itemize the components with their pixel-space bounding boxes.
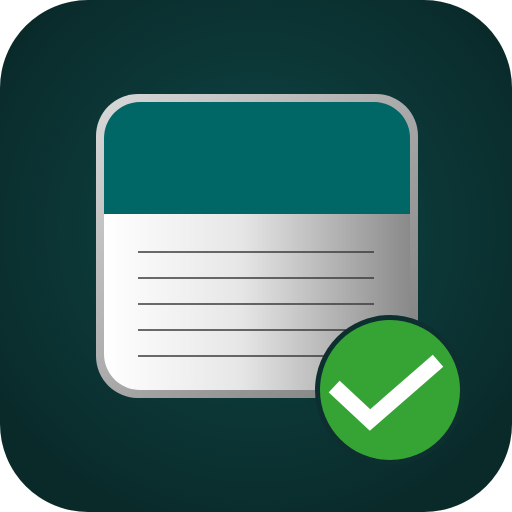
app-icon bbox=[0, 0, 512, 512]
note-card-header bbox=[104, 102, 410, 214]
app-icon-graphic bbox=[0, 0, 512, 512]
check-badge bbox=[315, 315, 465, 465]
